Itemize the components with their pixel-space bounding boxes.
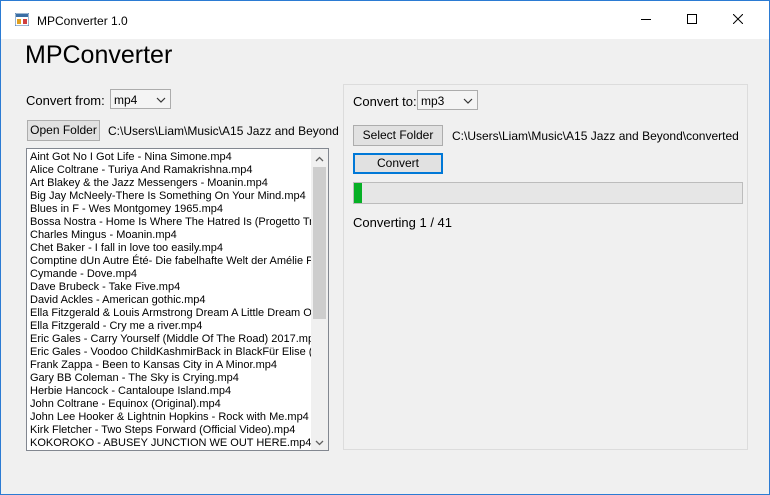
list-item[interactable]: Aint Got No I Got Life - Nina Simone.mp4: [30, 151, 311, 164]
close-icon: [732, 11, 744, 29]
list-item[interactable]: Gary BB Coleman - The Sky is Crying.mp4: [30, 372, 311, 385]
source-folder-path: C:\Users\Liam\Music\A15 Jazz and Beyond: [108, 124, 339, 138]
progress-fill: [354, 183, 362, 203]
scroll-thumb[interactable]: [313, 167, 326, 319]
select-folder-button[interactable]: Select Folder: [353, 125, 443, 146]
list-item[interactable]: Eric Gales - Carry Yourself (Middle Of T…: [30, 333, 311, 346]
convert-to-label: Convert to:: [353, 94, 417, 109]
minimize-icon: [641, 11, 651, 29]
maximize-button[interactable]: [669, 1, 715, 39]
list-item[interactable]: Cymande - Dove.mp4: [30, 268, 311, 281]
file-list[interactable]: Aint Got No I Got Life - Nina Simone.mp4…: [26, 148, 329, 451]
chevron-down-icon: [156, 94, 166, 108]
list-item[interactable]: KOKOROKO - ABUSEY JUNCTION WE OUT HERE.m…: [30, 437, 311, 450]
list-item[interactable]: Ella Fitzgerald - Cry me a river.mp4: [30, 320, 311, 333]
title-bar[interactable]: MPConverter 1.0: [1, 1, 769, 39]
app-icon: [14, 12, 30, 27]
convert-button[interactable]: Convert: [353, 153, 443, 174]
list-item[interactable]: Charles Mingus - Moanin.mp4: [30, 229, 311, 242]
list-item[interactable]: Big Jay McNeely-There Is Something On Yo…: [30, 190, 311, 203]
scroll-down-button[interactable]: [311, 433, 328, 450]
chevron-down-icon: [315, 433, 324, 451]
list-item[interactable]: Alice Coltrane - Turiya And Ramakrishna.…: [30, 164, 311, 177]
conversion-status: Converting 1 / 41: [353, 215, 453, 230]
output-folder-path: C:\Users\Liam\Music\A15 Jazz and Beyond\…: [452, 129, 739, 143]
list-item[interactable]: Comptine dUn Autre Été- Die fabelhafte W…: [30, 255, 311, 268]
conversion-progress-bar: [353, 182, 743, 204]
close-button[interactable]: [715, 1, 761, 39]
minimize-button[interactable]: [623, 1, 669, 39]
app-heading: MPConverter: [25, 41, 173, 69]
list-item[interactable]: Herbie Hancock - Cantaloupe Island.mp4: [30, 385, 311, 398]
list-item[interactable]: David Ackles - American gothic.mp4: [30, 294, 311, 307]
list-item[interactable]: Eric Gales - Voodoo ChildKashmirBack in …: [30, 346, 311, 359]
open-folder-button[interactable]: Open Folder: [27, 120, 100, 141]
convert-from-label: Convert from:: [26, 93, 105, 108]
convert-to-dropdown[interactable]: mp3: [417, 90, 478, 110]
list-item[interactable]: Art Blakey & the Jazz Messengers - Moani…: [30, 177, 311, 190]
convert-from-value: mp4: [114, 93, 138, 107]
list-item[interactable]: John Lee Hooker & Lightnin Hopkins - Roc…: [30, 411, 311, 424]
file-list-items: Aint Got No I Got Life - Nina Simone.mp4…: [30, 151, 311, 450]
list-item[interactable]: Bossa Nostra - Home Is Where The Hatred …: [30, 216, 311, 229]
list-item[interactable]: Frank Zappa - Been to Kansas City in A M…: [30, 359, 311, 372]
window-title: MPConverter 1.0: [37, 14, 128, 28]
list-item[interactable]: John Coltrane - Equinox (Original).mp4: [30, 398, 311, 411]
file-list-scrollbar[interactable]: [311, 149, 328, 450]
maximize-icon: [687, 11, 697, 29]
list-item[interactable]: Kirk Fletcher - Two Steps Forward (Offic…: [30, 424, 311, 437]
convert-to-value: mp3: [421, 94, 445, 108]
chevron-down-icon: [463, 95, 473, 109]
scroll-up-button[interactable]: [311, 149, 328, 166]
app-window: MPConverter 1.0 MPConverter Convert from…: [0, 0, 770, 495]
list-item[interactable]: Dave Brubeck - Take Five.mp4: [30, 281, 311, 294]
list-item[interactable]: Blues in F - Wes Montgomey 1965.mp4: [30, 203, 311, 216]
convert-from-dropdown[interactable]: mp4: [110, 89, 171, 109]
chevron-up-icon: [315, 149, 324, 167]
list-item[interactable]: Ella Fitzgerald & Louis Armstrong Dream …: [30, 307, 311, 320]
list-item[interactable]: Chet Baker - I fall in love too easily.m…: [30, 242, 311, 255]
